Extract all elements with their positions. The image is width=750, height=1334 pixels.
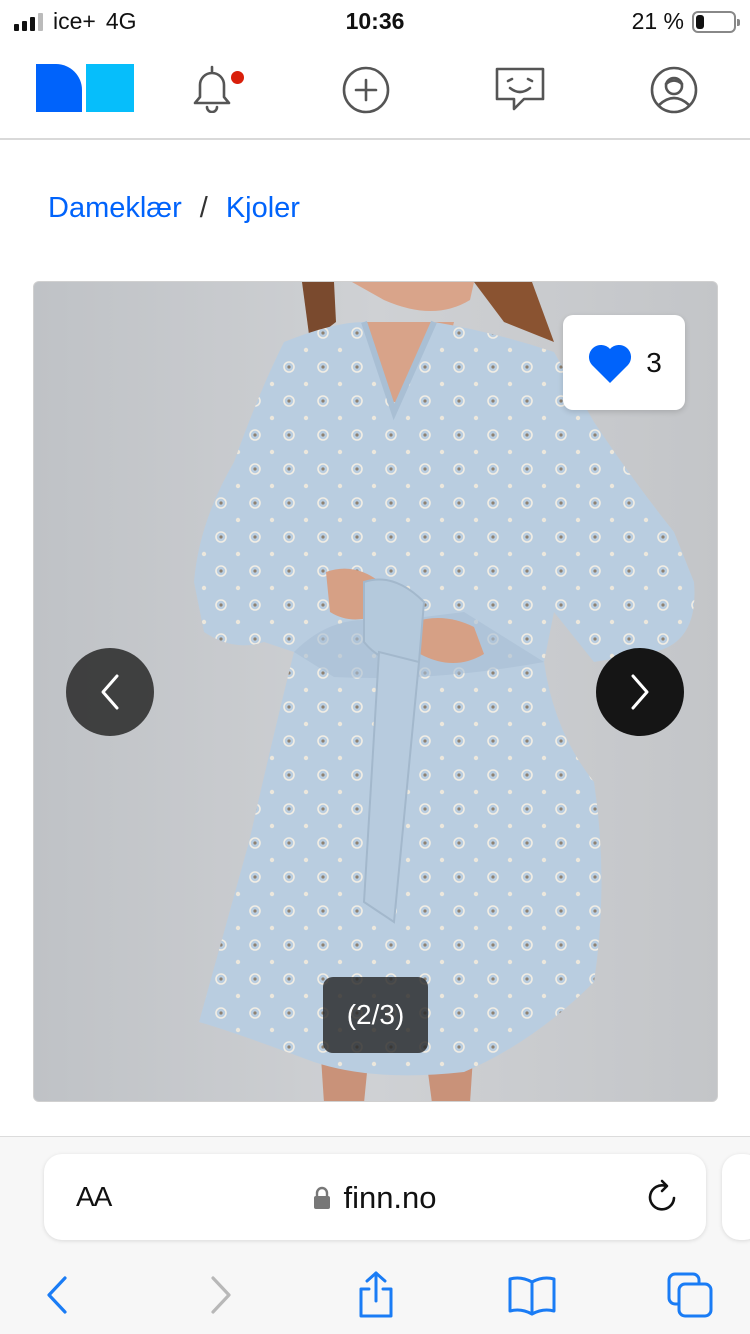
forward-button[interactable]: [190, 1267, 250, 1323]
breadcrumb-separator: /: [199, 192, 208, 224]
url-display[interactable]: finn.no: [44, 1180, 706, 1216]
plus-circle-icon: [342, 66, 390, 114]
heart-icon: [589, 344, 632, 383]
bookmarks-button[interactable]: [502, 1267, 562, 1323]
breadcrumb-dameklaer[interactable]: Dameklær: [48, 192, 182, 225]
reload-button[interactable]: [646, 1178, 680, 1219]
notification-dot: [231, 70, 244, 84]
profile-button[interactable]: [646, 62, 702, 118]
tabs-icon: [667, 1272, 713, 1318]
favorite-count: 3: [646, 346, 662, 378]
previous-image-button[interactable]: [66, 648, 154, 736]
status-right: 21 %: [631, 8, 740, 35]
back-button[interactable]: [28, 1267, 88, 1323]
lock-icon: [314, 1186, 331, 1209]
notifications-button[interactable]: [184, 62, 244, 118]
address-bar[interactable]: AA finn.no: [44, 1154, 706, 1240]
url-text: finn.no: [343, 1180, 437, 1215]
image-counter: (2/3): [323, 977, 428, 1053]
image-gallery[interactable]: 3 (2/3): [33, 281, 718, 1102]
next-image-button[interactable]: [596, 648, 684, 736]
breadcrumb-kjoler[interactable]: Kjoler: [226, 192, 300, 225]
tabs-button[interactable]: [660, 1267, 720, 1323]
book-icon: [508, 1276, 556, 1316]
next-tab-peek[interactable]: [722, 1154, 750, 1240]
safari-bottom-bar: AA finn.no: [0, 1136, 750, 1334]
battery-percent: 21 %: [631, 8, 684, 34]
browser-toolbar: [0, 1267, 750, 1327]
breadcrumb: Dameklær / Kjoler: [48, 192, 300, 225]
chat-icon: [495, 67, 545, 111]
bell-icon: [190, 63, 244, 118]
reload-icon: [648, 1179, 676, 1211]
app-header: [0, 44, 750, 140]
status-bar: ice+ 4G 10:36 21 %: [0, 0, 750, 44]
forward-arrow-icon: [211, 1276, 231, 1314]
chevron-left-icon: [101, 674, 119, 710]
messages-button[interactable]: [492, 62, 548, 118]
new-ad-button[interactable]: [338, 62, 394, 118]
favorite-button[interactable]: 3: [563, 315, 685, 410]
chevron-right-icon: [631, 674, 649, 710]
share-button[interactable]: [346, 1267, 406, 1323]
back-arrow-icon: [47, 1276, 67, 1314]
finn-logo[interactable]: [36, 64, 134, 112]
share-icon: [359, 1271, 393, 1318]
profile-icon: [650, 66, 698, 114]
battery-icon: [692, 10, 740, 33]
